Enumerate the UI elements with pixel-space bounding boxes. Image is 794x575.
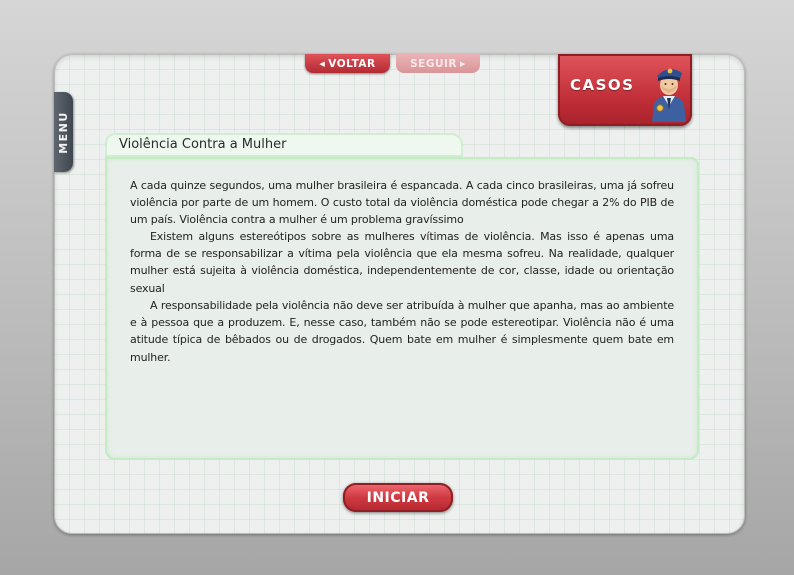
casos-label: CASOS	[570, 76, 635, 94]
menu-label: MENU	[57, 110, 71, 154]
article-content: A cada quinze segundos, uma mulher brasi…	[105, 157, 699, 460]
chevron-left-icon: ◀	[319, 59, 326, 68]
start-button[interactable]: INICIAR	[343, 483, 453, 512]
paragraph: A responsabilidade pela violência não de…	[130, 299, 674, 364]
police-officer-icon	[652, 68, 686, 122]
back-button[interactable]: ◀ VOLTAR	[305, 54, 390, 73]
casos-button[interactable]: CASOS	[558, 54, 692, 126]
menu-tab[interactable]: MENU	[54, 92, 73, 172]
paragraph: Existem alguns estereótipos sobre as mul…	[130, 230, 674, 295]
next-button: SEGUIR ▶	[396, 54, 480, 73]
article-title: Violência Contra a Mulher	[119, 137, 287, 152]
article-title-tab: Violência Contra a Mulher	[105, 133, 463, 157]
paragraph: A cada quinze segundos, uma mulher brasi…	[130, 179, 674, 227]
back-button-label: VOLTAR	[328, 57, 376, 70]
next-button-label: SEGUIR	[410, 57, 457, 70]
chevron-right-icon: ▶	[459, 59, 466, 68]
start-button-label: INICIAR	[366, 489, 430, 506]
